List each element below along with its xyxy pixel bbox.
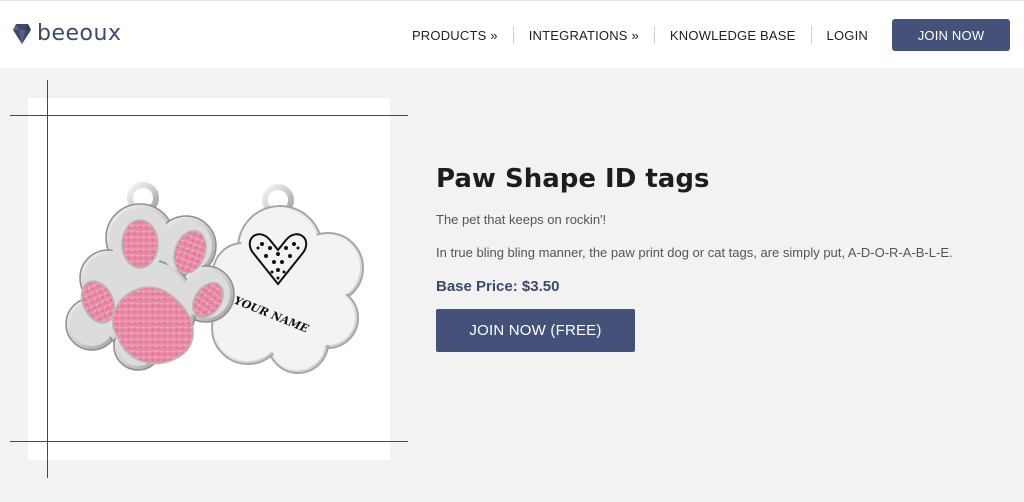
join-now-free-button[interactable]: JOIN NOW (FREE) xyxy=(436,309,635,352)
nav-login[interactable]: LOGIN xyxy=(812,28,883,43)
product-title: Paw Shape ID tags xyxy=(436,164,710,194)
engraved-tag: YOUR NAME xyxy=(211,184,364,374)
nav-products[interactable]: PRODUCTS » xyxy=(397,28,513,43)
diamond-icon xyxy=(13,23,31,44)
brand-name: beeoux xyxy=(37,21,122,46)
product-description: In true bling bling manner, the paw prin… xyxy=(436,245,953,260)
nav-integrations[interactable]: INTEGRATIONS » xyxy=(514,28,654,43)
glitter-paw-tag xyxy=(65,182,235,371)
product-image: YOUR NAME xyxy=(10,80,408,478)
main-nav: PRODUCTS » INTEGRATIONS » KNOWLEDGE BASE… xyxy=(397,19,1010,51)
site-header: beeoux PRODUCTS » INTEGRATIONS » KNOWLED… xyxy=(0,0,1024,68)
base-price: Base Price: $3.50 xyxy=(436,278,560,295)
brand-logo[interactable]: beeoux xyxy=(12,21,121,46)
join-now-button[interactable]: JOIN NOW xyxy=(892,19,1010,51)
nav-knowledge-base[interactable]: KNOWLEDGE BASE xyxy=(655,28,811,43)
frame-line-top xyxy=(10,115,408,116)
frame-line-bottom xyxy=(10,441,408,442)
frame-line-left xyxy=(47,80,48,478)
product-tagline: The pet that keeps on rockin'! xyxy=(436,212,607,227)
paw-tags-illustration: YOUR NAME xyxy=(65,182,364,374)
